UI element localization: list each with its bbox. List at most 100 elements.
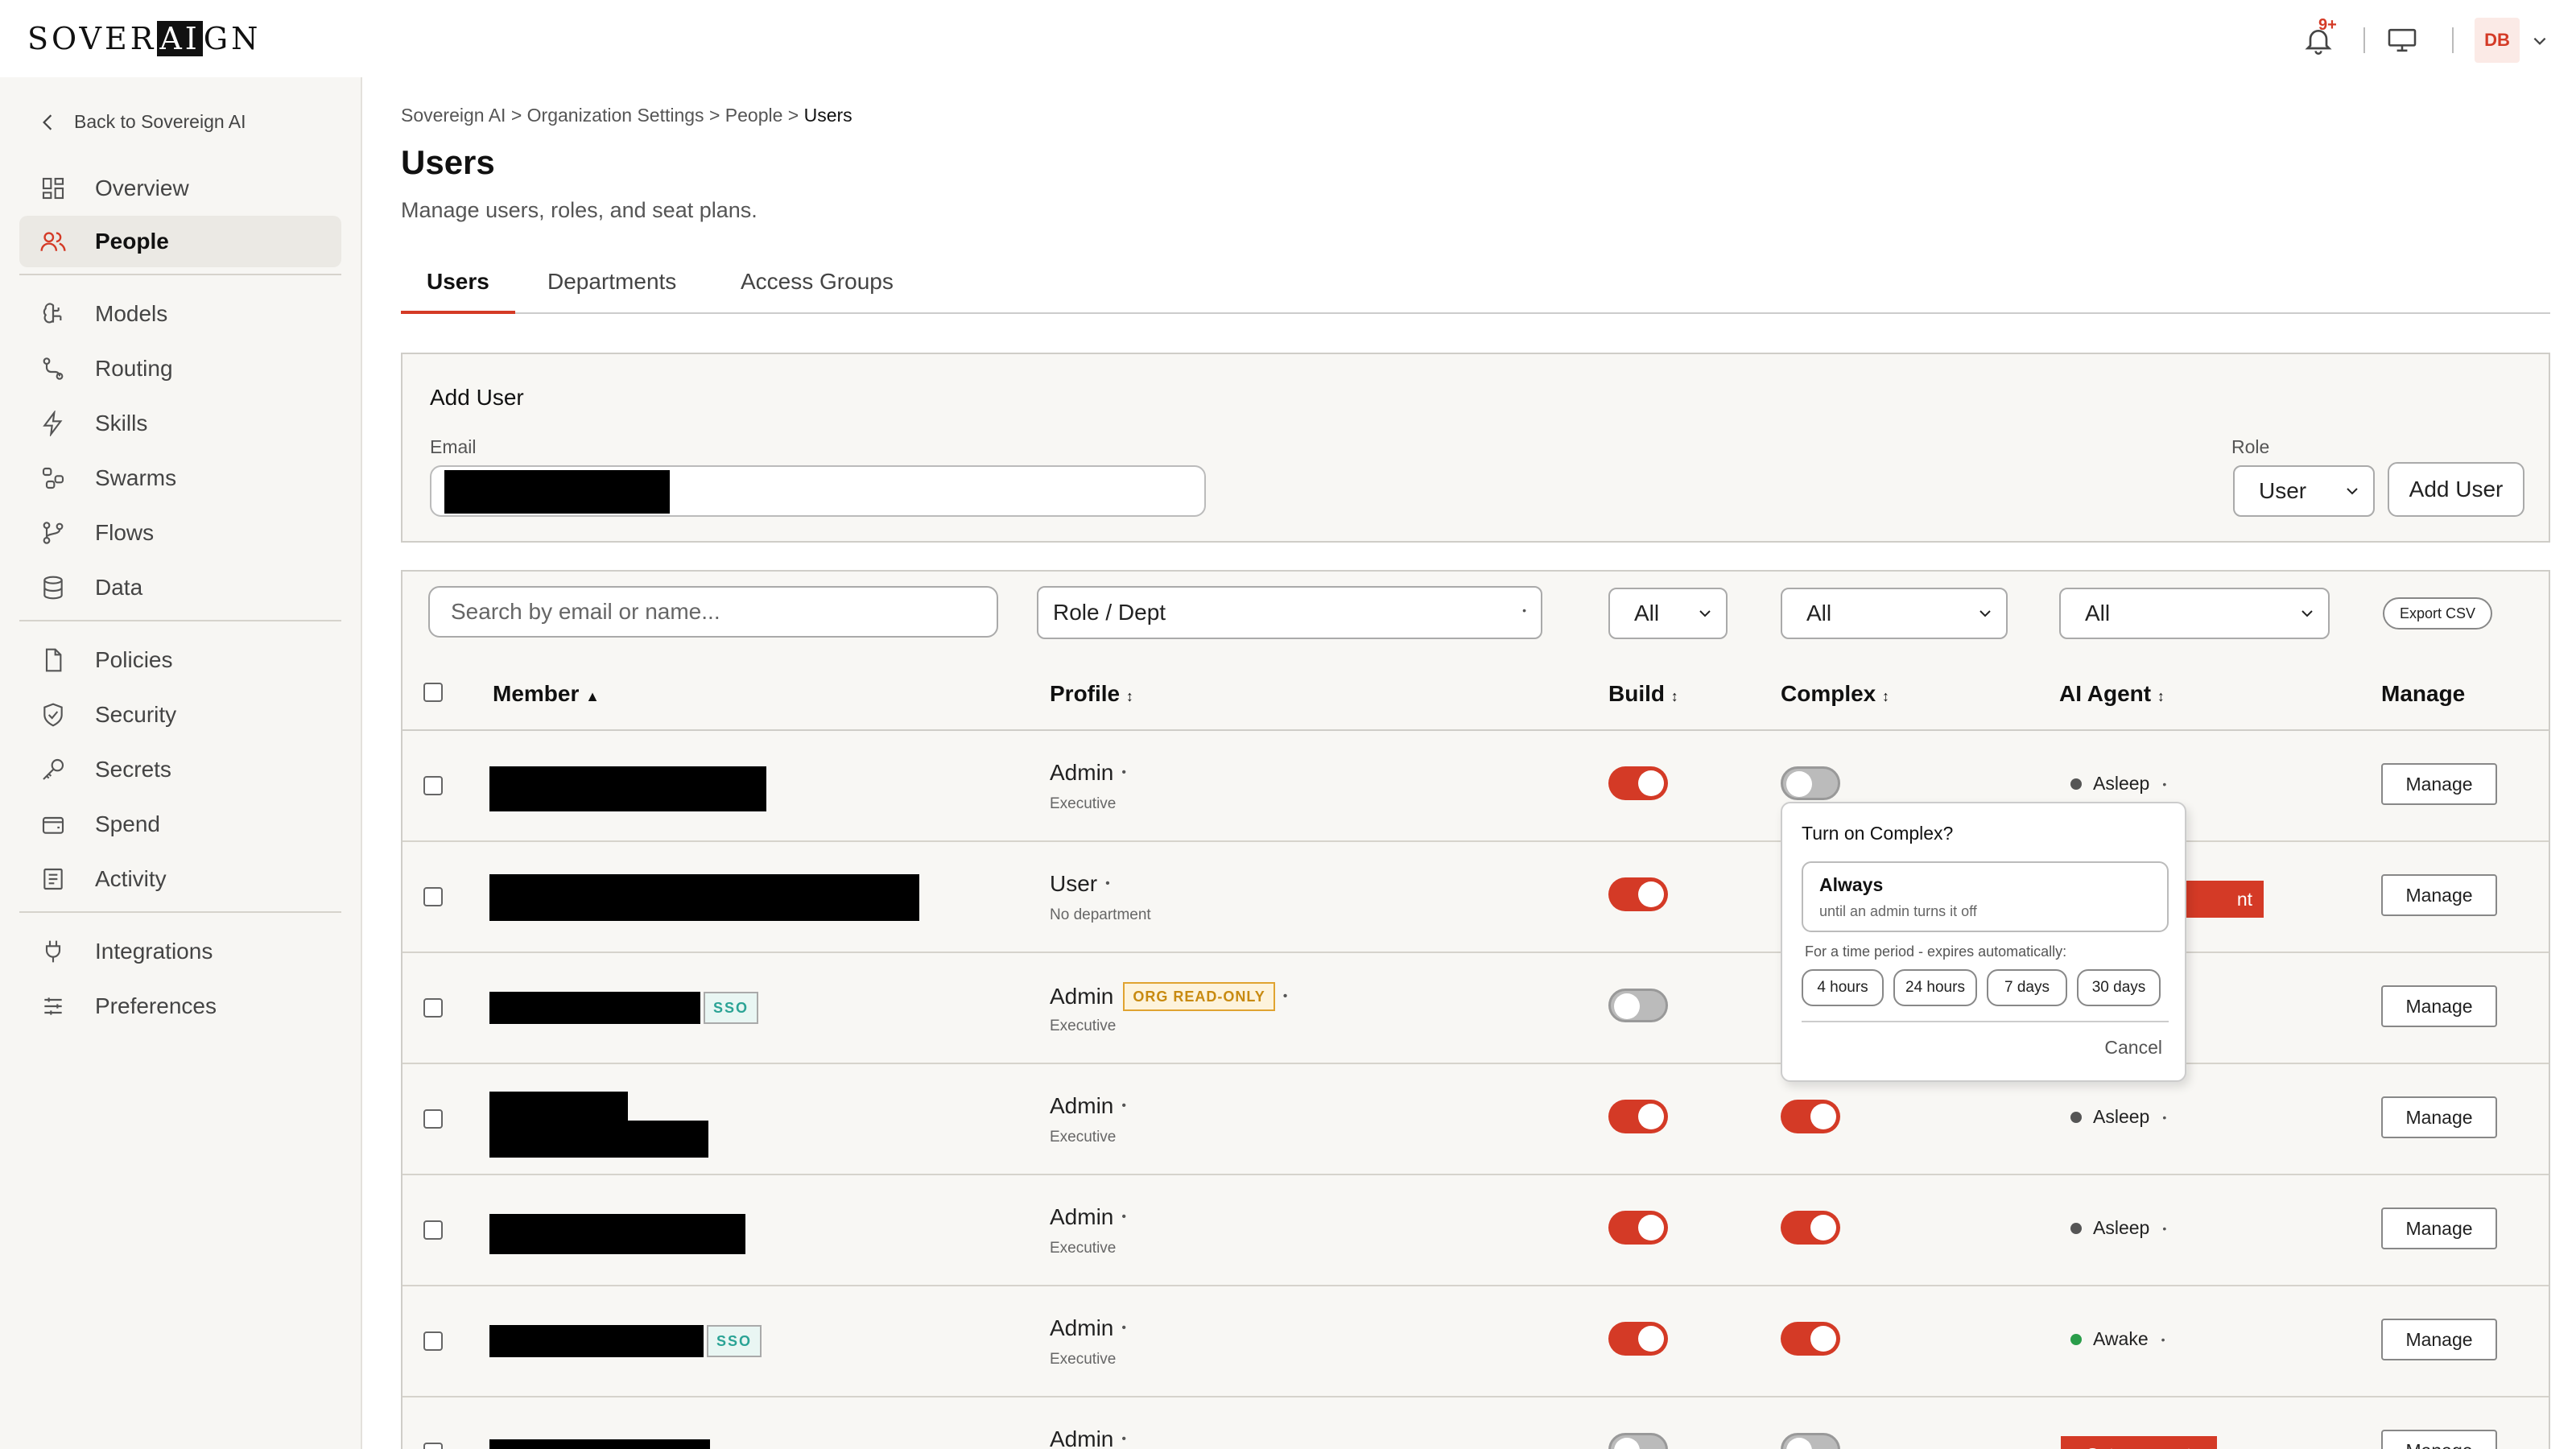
complex-toggle[interactable] bbox=[1781, 1211, 1840, 1245]
manage-button[interactable]: Manage bbox=[2381, 985, 2497, 1027]
add-user-button[interactable]: Add User bbox=[2388, 462, 2524, 517]
agent-status[interactable]: Asleep • bbox=[2070, 1106, 2166, 1128]
manage-button[interactable]: Manage bbox=[2381, 1208, 2497, 1249]
column-build[interactable]: Build ↕ bbox=[1608, 681, 1678, 707]
row-checkbox[interactable] bbox=[423, 776, 443, 795]
agent-status[interactable]: Asleep • bbox=[2070, 1217, 2166, 1239]
redacted-member bbox=[489, 1121, 708, 1158]
breadcrumb-link[interactable]: Organization Settings bbox=[527, 105, 704, 126]
sidebar-item-integrations[interactable]: Integrations bbox=[19, 926, 341, 977]
sidebar-item-models[interactable]: Models bbox=[19, 288, 341, 340]
caret-icon: • bbox=[1121, 1321, 1126, 1335]
role-dropdown[interactable]: Admin • bbox=[1050, 1315, 1126, 1341]
sidebar-item-overview[interactable]: Overview bbox=[19, 163, 341, 214]
row-checkbox[interactable] bbox=[423, 1109, 443, 1129]
role-dropdown[interactable]: Admin • bbox=[1050, 1093, 1126, 1119]
manage-button[interactable]: Manage bbox=[2381, 1319, 2497, 1360]
row-checkbox[interactable] bbox=[423, 887, 443, 906]
setup-agent-button[interactable]: nt bbox=[2182, 881, 2264, 918]
complex-toggle[interactable] bbox=[1781, 766, 1840, 800]
document-icon bbox=[37, 644, 69, 676]
export-csv-button[interactable]: Export CSV bbox=[2383, 597, 2492, 630]
role-dropdown[interactable]: Admin • bbox=[1050, 1426, 1126, 1449]
sidebar-item-security[interactable]: Security bbox=[19, 689, 341, 741]
agent-status[interactable]: Asleep • bbox=[2070, 773, 2166, 795]
duration-option-4-hours[interactable]: 4 hours bbox=[1802, 969, 1884, 1006]
agent-status[interactable]: Awake • bbox=[2070, 1328, 2165, 1350]
tab-users[interactable]: Users bbox=[427, 269, 489, 295]
row-checkbox[interactable] bbox=[423, 1220, 443, 1240]
build-toggle[interactable] bbox=[1608, 1211, 1668, 1245]
breadcrumb-separator: > bbox=[708, 105, 720, 126]
complex-toggle[interactable] bbox=[1781, 1100, 1840, 1133]
sidebar-item-swarms[interactable]: Swarms bbox=[19, 452, 341, 504]
duration-option-24-hours[interactable]: 24 hours bbox=[1893, 969, 1977, 1006]
breadcrumb-link[interactable]: Sovereign AI bbox=[401, 105, 506, 126]
duration-option-30-days[interactable]: 30 days bbox=[2077, 969, 2161, 1006]
sidebar-divider bbox=[19, 274, 341, 275]
monitor-icon[interactable] bbox=[2386, 27, 2418, 53]
sidebar-item-activity[interactable]: Activity bbox=[19, 853, 341, 905]
column-ai-agent[interactable]: AI Agent ↕ bbox=[2059, 681, 2165, 707]
sidebar-item-people[interactable]: People bbox=[19, 216, 341, 267]
redacted-member bbox=[489, 766, 766, 811]
row-checkbox[interactable] bbox=[423, 998, 443, 1018]
sidebar-item-secrets[interactable]: Secrets bbox=[19, 744, 341, 795]
complex-toggle[interactable] bbox=[1781, 1322, 1840, 1356]
search-input[interactable]: Search by email or name... bbox=[428, 586, 998, 638]
tab-access-groups[interactable]: Access Groups bbox=[741, 269, 894, 295]
build-filter[interactable]: All bbox=[1608, 588, 1728, 639]
sidebar-item-flows[interactable]: Flows bbox=[19, 507, 341, 559]
time-period-label: For a time period - expires automaticall… bbox=[1805, 943, 2067, 960]
sidebar-item-label: Integrations bbox=[95, 939, 213, 964]
user-avatar[interactable]: DB bbox=[2475, 18, 2520, 63]
row-checkbox[interactable] bbox=[423, 1443, 443, 1449]
manage-button[interactable]: Manage bbox=[2381, 1096, 2497, 1138]
column-complex[interactable]: Complex ↕ bbox=[1781, 681, 1889, 707]
build-toggle[interactable] bbox=[1608, 766, 1668, 800]
role-dropdown[interactable]: Admin ORG READ-ONLY • bbox=[1050, 982, 1287, 1011]
sidebar-item-data[interactable]: Data bbox=[19, 562, 341, 613]
breadcrumb-link[interactable]: People bbox=[725, 105, 783, 126]
always-option[interactable]: Always until an admin turns it off bbox=[1802, 861, 2169, 932]
sort-icon: ↕ bbox=[1125, 688, 1133, 704]
sidebar-item-preferences[interactable]: Preferences bbox=[19, 980, 341, 1032]
role-value: Admin bbox=[1050, 1093, 1114, 1118]
build-toggle[interactable] bbox=[1608, 877, 1668, 911]
manage-button[interactable]: Manage bbox=[2381, 1430, 2497, 1449]
sort-icon: ↕ bbox=[1670, 688, 1678, 704]
sidebar-item-spend[interactable]: Spend bbox=[19, 799, 341, 850]
email-field[interactable] bbox=[430, 465, 1206, 517]
chevron-down-icon[interactable] bbox=[2531, 32, 2549, 50]
manage-button[interactable]: Manage bbox=[2381, 763, 2497, 805]
tab-departments[interactable]: Departments bbox=[547, 269, 676, 295]
agent-filter[interactable]: All bbox=[2059, 588, 2330, 639]
role-dept-filter[interactable]: Role / Dept • bbox=[1037, 586, 1542, 639]
role-select[interactable]: User bbox=[2233, 465, 2375, 517]
role-value: Admin bbox=[1050, 1426, 1114, 1449]
sidebar-item-policies[interactable]: Policies bbox=[19, 634, 341, 686]
back-link[interactable]: Back to Sovereign AI bbox=[40, 111, 246, 133]
column-member[interactable]: Member ▲ bbox=[493, 681, 600, 707]
role-dropdown[interactable]: Admin • bbox=[1050, 760, 1126, 786]
select-all-checkbox[interactable] bbox=[423, 683, 443, 702]
setup-agent-button[interactable]: Set up agent bbox=[2061, 1436, 2217, 1449]
column-profile[interactable]: Profile ↕ bbox=[1050, 681, 1133, 707]
duration-option-7-days[interactable]: 7 days bbox=[1987, 969, 2067, 1006]
build-toggle[interactable] bbox=[1608, 1322, 1668, 1356]
role-dropdown[interactable]: User • bbox=[1050, 871, 1110, 897]
build-toggle[interactable] bbox=[1608, 1100, 1668, 1133]
build-toggle[interactable] bbox=[1608, 989, 1668, 1022]
manage-button[interactable]: Manage bbox=[2381, 874, 2497, 916]
sidebar-item-routing[interactable]: Routing bbox=[19, 343, 341, 394]
complex-toggle[interactable] bbox=[1781, 1433, 1840, 1449]
redacted-member bbox=[489, 1325, 704, 1357]
role-value: Admin bbox=[1050, 1204, 1114, 1229]
logo[interactable]: SOVER AI GN bbox=[27, 21, 261, 56]
sidebar-item-skills[interactable]: Skills bbox=[19, 398, 341, 449]
role-dropdown[interactable]: Admin • bbox=[1050, 1204, 1126, 1230]
complex-filter[interactable]: All bbox=[1781, 588, 2008, 639]
row-checkbox[interactable] bbox=[423, 1331, 443, 1351]
build-toggle[interactable] bbox=[1608, 1433, 1668, 1449]
cancel-button[interactable]: Cancel bbox=[2104, 1037, 2162, 1059]
